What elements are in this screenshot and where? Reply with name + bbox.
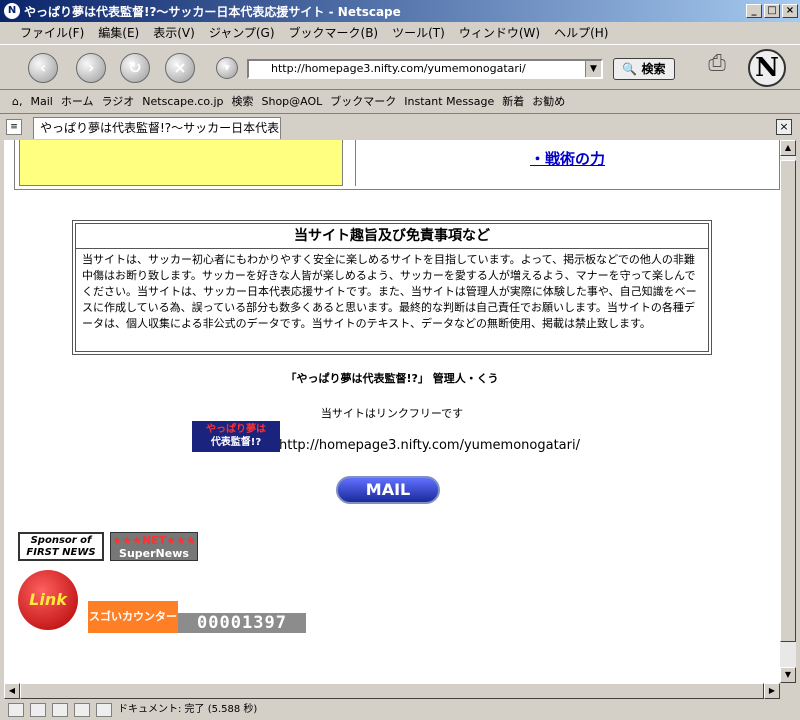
bookmark-new[interactable]: 新着 [502,93,524,109]
bookmark-instant-message[interactable]: Instant Message [404,95,494,108]
print-icon[interactable]: ⎙ [697,51,737,85]
site-url-text: http://homepage3.nifty.com/yumemonogatar… [279,438,580,453]
scroll-up-icon[interactable]: ▲ [780,140,796,156]
menu-tools[interactable]: ツール(T) [392,24,445,41]
navigator-icon[interactable] [8,703,24,717]
yellow-cell [19,140,343,186]
stop-button[interactable]: × [165,53,195,83]
scroll-down-icon[interactable]: ▼ [780,667,796,683]
address-book-icon[interactable] [96,703,112,717]
bookmark-mail[interactable]: Mail [30,95,52,108]
url-input[interactable]: http://homepage3.nifty.com/yumemonogatar… [247,59,603,79]
disclaimer-text: 当サイトは、サッカー初心者にもわかりやすく安全に楽しめるサイトを目指しています。… [82,253,697,330]
status-text: ドキュメント: 完了 (5.588 秒) [118,704,258,715]
disclaimer-title: 当サイト趣旨及び免責事項など [76,224,708,249]
menu-file[interactable]: ファイル(F) [20,24,84,41]
url-dropdown-icon[interactable]: ▼ [585,61,601,77]
supernews-line2: SuperNews [119,547,189,560]
access-counter: 00001397 [178,613,306,633]
im-icon[interactable] [52,703,68,717]
tactics-link-cell: ・戦術の力 [355,140,779,186]
menu-view[interactable]: 表示(V) [153,24,195,41]
link-free-text: 当サイトはリンクフリーです [320,407,464,420]
tab-active[interactable]: やっぱり夢は代表監督!?～サッカー日本代表... [33,117,281,139]
menu-window[interactable]: ウィンドウ(W) [459,24,540,41]
counter-label[interactable]: スゴいカウンター [88,601,178,633]
bookmark-radio[interactable]: ラジオ [102,93,135,109]
disclaimer-inner: 当サイト趣旨及び免責事項など 当サイトは、サッカー初心者にもわかりやすく安全に楽… [75,223,709,352]
netscape-app-icon: N [4,3,20,19]
window-title: やっぱり夢は代表監督!?～サッカー日本代表応援サイト - Netscape [24,4,401,19]
tactics-link[interactable]: ・戦術の力 [530,150,605,168]
status-bar: ドキュメント: 完了 (5.588 秒) [0,700,800,720]
url-text: http://homepage3.nifty.com/yumemonogatar… [271,62,526,75]
scroll-right-icon[interactable]: ▶ [764,683,780,699]
bookmark-recommend[interactable]: お勧め [532,93,565,109]
search-button[interactable]: 🔍 検索 [613,58,675,80]
hscroll-thumb[interactable] [20,683,764,699]
home-tab-icon[interactable]: ⌂, [12,95,22,108]
menu-help[interactable]: ヘルプ(H) [554,24,608,41]
supernews-banner[interactable]: ★★★NET★★★ SuperNews [110,532,198,561]
scroll-thumb[interactable] [780,160,796,642]
netscape-logo[interactable]: N [748,49,786,87]
supernews-line1: ★★★NET★★★ [112,534,196,547]
first-news-banner[interactable]: Sponsor of FIRST NEWS [18,532,104,561]
site-banner[interactable]: やっぱり夢は 代表監督!? [192,421,280,452]
history-dropdown-button[interactable]: ▾ [216,57,238,79]
tab-close-icon[interactable]: × [776,119,792,135]
link-ball-logo[interactable]: Link [18,570,78,630]
title-bar: N やっぱり夢は代表監督!?～サッカー日本代表応援サイト - Netscape … [0,0,800,22]
browser-window: N やっぱり夢は代表監督!?～サッカー日本代表応援サイト - Netscape … [0,0,800,720]
composer-icon[interactable] [74,703,90,717]
navigation-toolbar: ‹ › ↻ × ▾ http://homepage3.nifty.com/yum… [0,44,800,90]
menu-bookmarks[interactable]: ブックマーク(B) [289,24,379,41]
mail-button[interactable]: MAIL [336,476,440,504]
sidebar-toggle-icon[interactable]: ≡ [6,119,22,135]
maximize-button[interactable]: □ [764,4,780,18]
reload-button[interactable]: ↻ [120,53,150,83]
menu-go[interactable]: ジャンプ(G) [209,24,275,41]
scroll-left-icon[interactable]: ◀ [4,683,20,699]
back-button[interactable]: ‹ [28,53,58,83]
disclaimer-box: 当サイト趣旨及び免責事項など 当サイトは、サッカー初心者にもわかりやすく安全に楽… [72,220,712,355]
vertical-scrollbar[interactable]: ▲ ▼ [780,140,796,683]
close-button[interactable]: × [782,4,798,18]
page-content: ・戦術の力 当サイト趣旨及び免責事項など 当サイトは、サッカー初心者にもわかりや… [4,140,780,683]
mail-icon[interactable] [30,703,46,717]
banner-line1: やっぱり夢は [206,424,266,435]
bookmark-search[interactable]: 検索 [231,93,253,109]
first-news-line1: Sponsor of [30,535,92,546]
bookmark-shop[interactable]: Shop@AOL [261,95,322,108]
personal-toolbar: ⌂, Mail ホーム ラジオ Netscape.co.jp 検索 Shop@A… [0,91,800,111]
banner-line2: 代表監督!? [210,437,262,448]
minimize-button[interactable]: _ [746,4,762,18]
site-admin-text: 「やっぱり夢は代表監督!?」 管理人・くう [285,372,499,385]
horizontal-scrollbar[interactable]: ◀ ▶ [4,683,780,699]
forward-button[interactable]: › [76,53,106,83]
bookmark-bookmarks[interactable]: ブックマーク [330,93,396,109]
bookmark-netscape[interactable]: Netscape.co.jp [142,95,223,108]
tab-label: やっぱり夢は代表監督!?～サッカー日本代表... [40,121,281,135]
menu-bar: ファイル(F) 編集(E) 表示(V) ジャンプ(G) ブックマーク(B) ツー… [0,22,800,42]
menu-edit[interactable]: 編集(E) [98,24,139,41]
top-table: ・戦術の力 [14,140,780,190]
bookmark-home[interactable]: ホーム [61,93,94,109]
search-label: 検索 [641,62,666,76]
tab-bar: ≡ やっぱり夢は代表監督!?～サッカー日本代表... × [0,113,800,139]
first-news-line2: FIRST NEWS [26,547,96,558]
